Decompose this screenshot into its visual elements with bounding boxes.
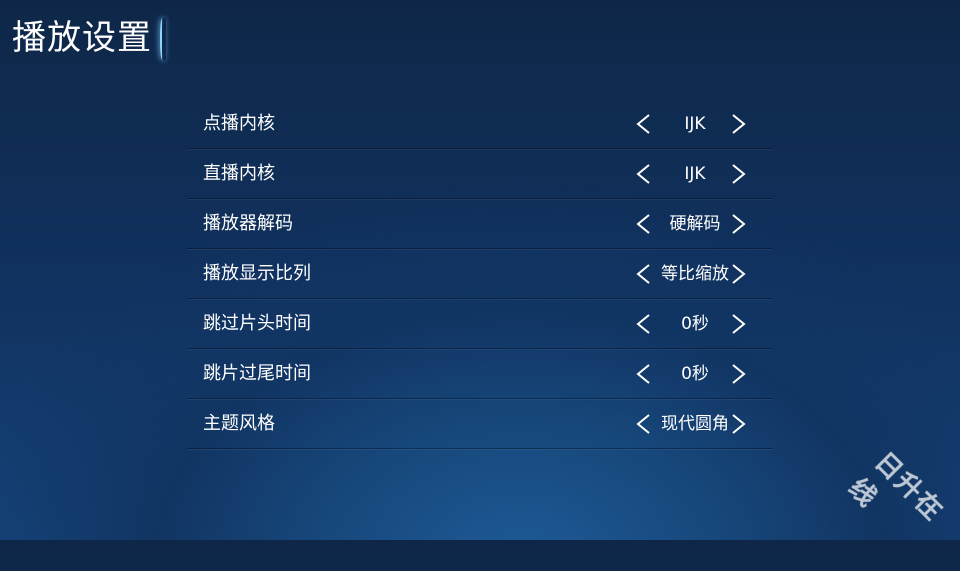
setting-label: 直播内核 (203, 163, 275, 184)
setting-row-theme[interactable]: 主题风格 现代圆角 (187, 400, 773, 449)
setting-row-live-core[interactable]: 直播内核 IJK (187, 150, 773, 199)
chevron-right-icon[interactable] (726, 362, 750, 386)
value-selector: 0秒 (632, 359, 760, 389)
value-selector: 0秒 (632, 309, 760, 339)
value-selector: 硬解码 (632, 209, 760, 239)
watermark-logo: 日升在线 (842, 446, 950, 528)
setting-label: 跳过片头时间 (203, 313, 311, 334)
setting-label: 播放器解码 (203, 213, 293, 234)
setting-label: 点播内核 (203, 113, 275, 134)
chevron-right-icon[interactable] (726, 212, 750, 236)
value-selector: IJK (632, 159, 760, 189)
setting-row-aspect-ratio[interactable]: 播放显示比列 等比缩放 (187, 250, 773, 299)
chevron-right-icon[interactable] (726, 312, 750, 336)
value-selector: 现代圆角 (632, 409, 760, 439)
setting-row-skip-outro[interactable]: 跳片过尾时间 0秒 (187, 350, 773, 399)
setting-label: 跳片过尾时间 (203, 363, 311, 384)
chevron-right-icon[interactable] (726, 262, 750, 286)
page-title: 播放设置 (12, 18, 152, 58)
value-selector: 等比缩放 (632, 259, 760, 289)
chevron-right-icon[interactable] (726, 162, 750, 186)
settings-list: 点播内核 IJK 直播内核 IJK 播放器解码 硬解码 播放显示比列 等比缩放 … (187, 100, 773, 450)
value-selector: IJK (632, 109, 760, 139)
chevron-right-icon[interactable] (726, 412, 750, 436)
setting-label: 播放显示比列 (203, 263, 311, 284)
setting-row-decoder[interactable]: 播放器解码 硬解码 (187, 200, 773, 249)
setting-row-skip-intro[interactable]: 跳过片头时间 0秒 (187, 300, 773, 349)
chevron-right-icon[interactable] (726, 112, 750, 136)
setting-row-vod-core[interactable]: 点播内核 IJK (187, 100, 773, 149)
title-accent-line (160, 18, 166, 60)
setting-label: 主题风格 (203, 413, 275, 434)
